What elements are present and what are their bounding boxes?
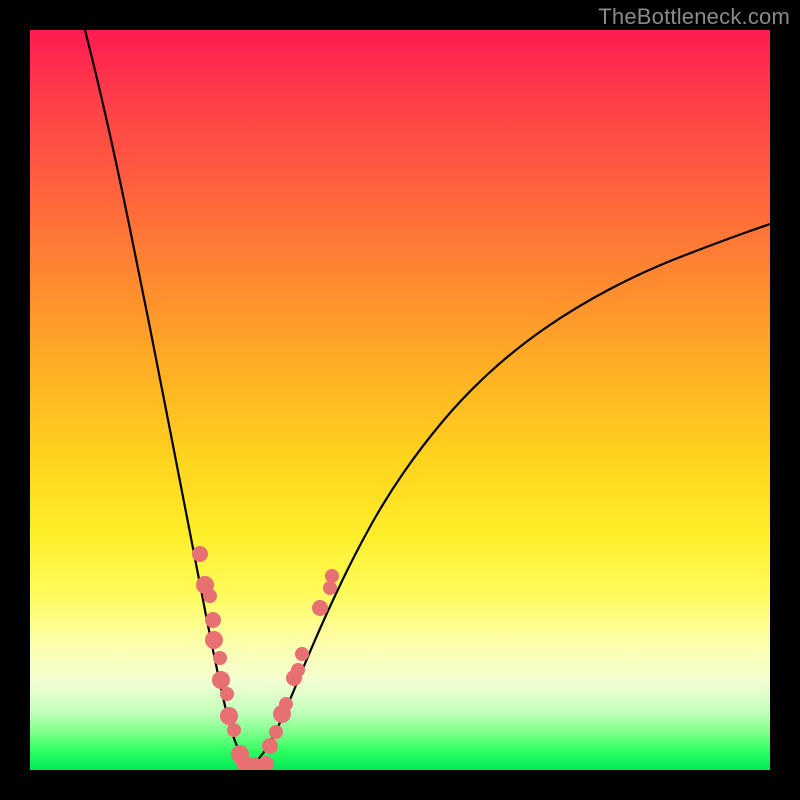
chart-svg: [30, 30, 770, 770]
chart-frame: TheBottleneck.com: [0, 0, 800, 800]
data-dots-group: [192, 546, 339, 770]
data-point-dot: [212, 671, 230, 689]
bottleneck-curve: [80, 30, 770, 763]
data-point-dot: [203, 589, 217, 603]
plot-area: [30, 30, 770, 770]
data-point-dot: [262, 738, 278, 754]
data-point-dot: [295, 647, 309, 661]
data-point-dot: [205, 631, 223, 649]
data-point-dot: [269, 725, 283, 739]
data-point-dot: [312, 600, 328, 616]
data-point-dot: [279, 697, 293, 711]
data-point-dot: [323, 581, 337, 595]
data-point-dot: [220, 707, 238, 725]
data-point-dot: [192, 546, 208, 562]
data-point-dot: [205, 612, 221, 628]
watermark-label: TheBottleneck.com: [598, 4, 790, 30]
data-point-dot: [213, 651, 227, 665]
data-point-dot: [227, 723, 241, 737]
data-point-dot: [325, 569, 339, 583]
data-point-dot: [291, 663, 305, 677]
data-point-dot: [220, 687, 234, 701]
